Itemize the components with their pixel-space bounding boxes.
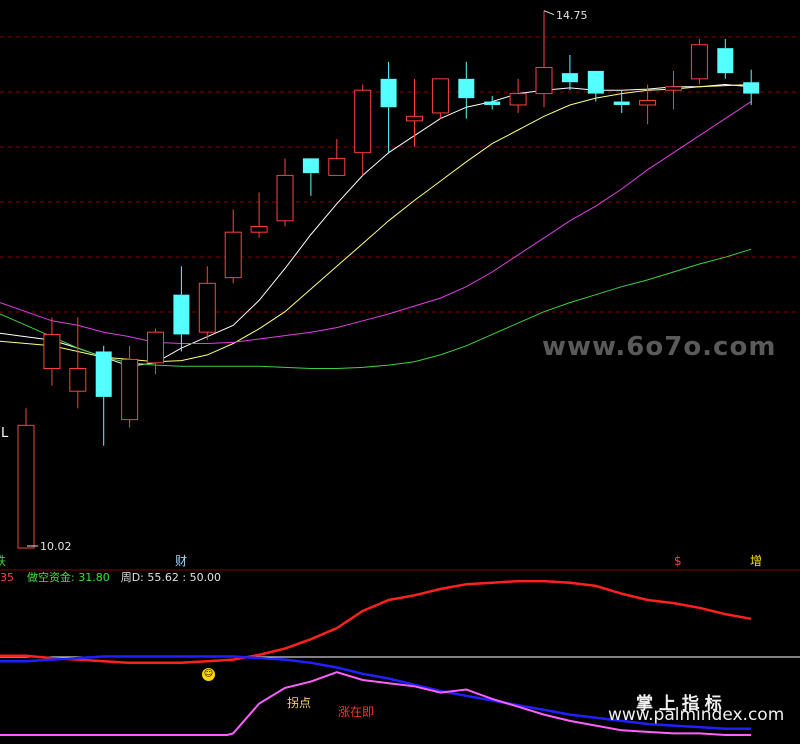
candle-body-21 (561, 73, 578, 83)
indicator-header-prefix: 35 (0, 571, 14, 584)
smiley-icon: ☺ (202, 668, 215, 681)
marker-dollar: $ (674, 554, 682, 568)
candle-body-22 (587, 70, 604, 94)
price-gridlines (0, 36, 800, 313)
candle-body-25 (665, 86, 682, 91)
candle-body-1 (43, 333, 61, 370)
candle-body-17 (458, 78, 475, 99)
candle-body-2 (69, 368, 87, 392)
marker-partial: 跌 (0, 554, 7, 568)
candle-body-8 (224, 231, 242, 279)
turning-point-label: 拐点 (287, 696, 312, 710)
ma-line-2 (0, 101, 752, 344)
high-arrow (543, 10, 555, 16)
marker-l: L (1, 426, 9, 441)
candle-body-26 (690, 44, 708, 80)
moving-average-lines (0, 83, 752, 369)
candle-body-27 (717, 48, 734, 74)
chart-canvas (0, 10, 800, 736)
candle-body-5 (147, 331, 164, 364)
candle-body-12 (328, 157, 346, 176)
candle-body-28 (743, 82, 760, 94)
candle-body-19 (509, 93, 527, 106)
weekly-d-label: 周D: 55.62 : 50.00 (120, 571, 222, 584)
candle-body-6 (173, 294, 190, 335)
low-price-label: 10.02 (40, 540, 72, 553)
short-funds-label: 做空资金: 31.80 (27, 571, 110, 584)
candle-body-0 (17, 424, 35, 549)
high-price-label: 14.75 (556, 8, 588, 22)
candle-body-11 (302, 158, 319, 174)
candle-body-10 (276, 174, 294, 222)
chart-stage: 14.75 10.02 L 财 $ 增 跌 35 做空资金: 31.80 周D:… (0, 0, 800, 740)
marker-zeng: 增 (750, 554, 763, 568)
candle-body-3 (95, 351, 112, 397)
candle-body-23 (613, 101, 630, 105)
indicator-header: 35 做空资金: 31.80 周D: 55.62 : 50.00 (0, 571, 221, 584)
watermark-url: www.palmindex.com (608, 705, 785, 725)
marker-cai: 财 (175, 554, 188, 568)
candle-body-13 (354, 89, 372, 154)
candle-body-24 (639, 99, 657, 106)
candle-body-20 (535, 66, 553, 95)
ma-line-1 (0, 84, 752, 363)
candle-body-14 (380, 78, 397, 108)
candle-body-15 (406, 115, 423, 122)
indicator-red-line (0, 579, 752, 665)
candle-body-7 (198, 282, 216, 333)
candle-body-16 (431, 78, 449, 114)
candle-body-18 (484, 101, 501, 105)
candle-body-9 (250, 226, 268, 233)
rise-imminent-label: 涨在即 (338, 705, 375, 719)
price-annotations (27, 10, 555, 547)
ma-line-0 (0, 83, 752, 367)
candle-body-4 (121, 358, 139, 421)
watermark-site: www.6o7o.com (542, 332, 777, 362)
